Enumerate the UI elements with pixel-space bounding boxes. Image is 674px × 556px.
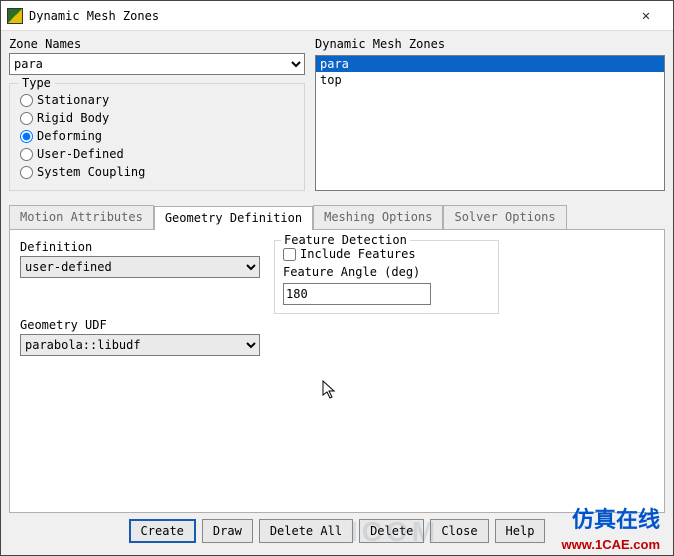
tab-page-geometry: Definition user-defined Geometry UDF par… [9,229,665,513]
zone-list-label: Dynamic Mesh Zones [315,37,665,51]
geometry-udf-combo[interactable]: parabola::libudf [20,334,260,356]
feature-angle-input[interactable] [283,283,431,305]
radio-user-defined[interactable]: User-Defined [20,146,294,162]
draw-button[interactable]: Draw [202,519,253,543]
tab-motion-attributes[interactable]: Motion Attributes [9,205,154,229]
help-button[interactable]: Help [495,519,546,543]
radio-deforming-label: Deforming [37,129,102,143]
close-icon[interactable]: ✕ [625,8,667,24]
geometry-udf-label: Geometry UDF [20,318,260,332]
zone-names-combo[interactable]: para [9,53,305,75]
zone-listbox[interactable]: para top [315,55,665,191]
radio-rigid-body[interactable]: Rigid Body [20,110,294,126]
include-features-checkbox[interactable]: Include Features [283,247,490,261]
tab-geometry-definition[interactable]: Geometry Definition [154,206,313,230]
definition-combo[interactable]: user-defined [20,256,260,278]
type-legend: Type [18,76,55,90]
create-button[interactable]: Create [129,519,196,543]
titlebar: Dynamic Mesh Zones ✕ [1,1,673,31]
feature-angle-label: Feature Angle (deg) [283,265,490,279]
tab-meshing-options[interactable]: Meshing Options [313,205,443,229]
delete-button[interactable]: Delete [359,519,424,543]
radio-deforming[interactable]: Deforming [20,128,294,144]
list-item[interactable]: top [316,72,664,88]
radio-stationary-label: Stationary [37,93,109,107]
feature-detection-group: Feature Detection Include Features Featu… [274,240,499,314]
zone-names-label: Zone Names [9,37,305,51]
radio-rigid-body-label: Rigid Body [37,111,109,125]
radio-user-defined-label: User-Defined [37,147,124,161]
radio-system-coupling-label: System Coupling [37,165,145,179]
radio-system-coupling[interactable]: System Coupling [20,164,294,180]
type-groupbox: Type Stationary Rigid Body Deforming [9,83,305,191]
close-button[interactable]: Close [430,519,488,543]
radio-stationary[interactable]: Stationary [20,92,294,108]
dialog-content: Zone Names para Type Stationary Rigid Bo… [1,31,673,555]
dialog-window: Dynamic Mesh Zones ✕ Zone Names para Typ… [0,0,674,556]
tab-solver-options[interactable]: Solver Options [443,205,566,229]
app-icon [7,8,23,24]
definition-label: Definition [20,240,260,254]
list-item[interactable]: para [316,56,664,72]
watermark-brand: 仿真在线 [572,502,660,534]
tabstrip: Motion Attributes Geometry Definition Me… [9,205,665,229]
delete-all-button[interactable]: Delete All [259,519,353,543]
include-features-label: Include Features [300,247,416,261]
window-title: Dynamic Mesh Zones [29,9,625,23]
watermark-url: www.1CAE.com [562,537,660,552]
feature-detection-legend: Feature Detection [281,233,410,247]
